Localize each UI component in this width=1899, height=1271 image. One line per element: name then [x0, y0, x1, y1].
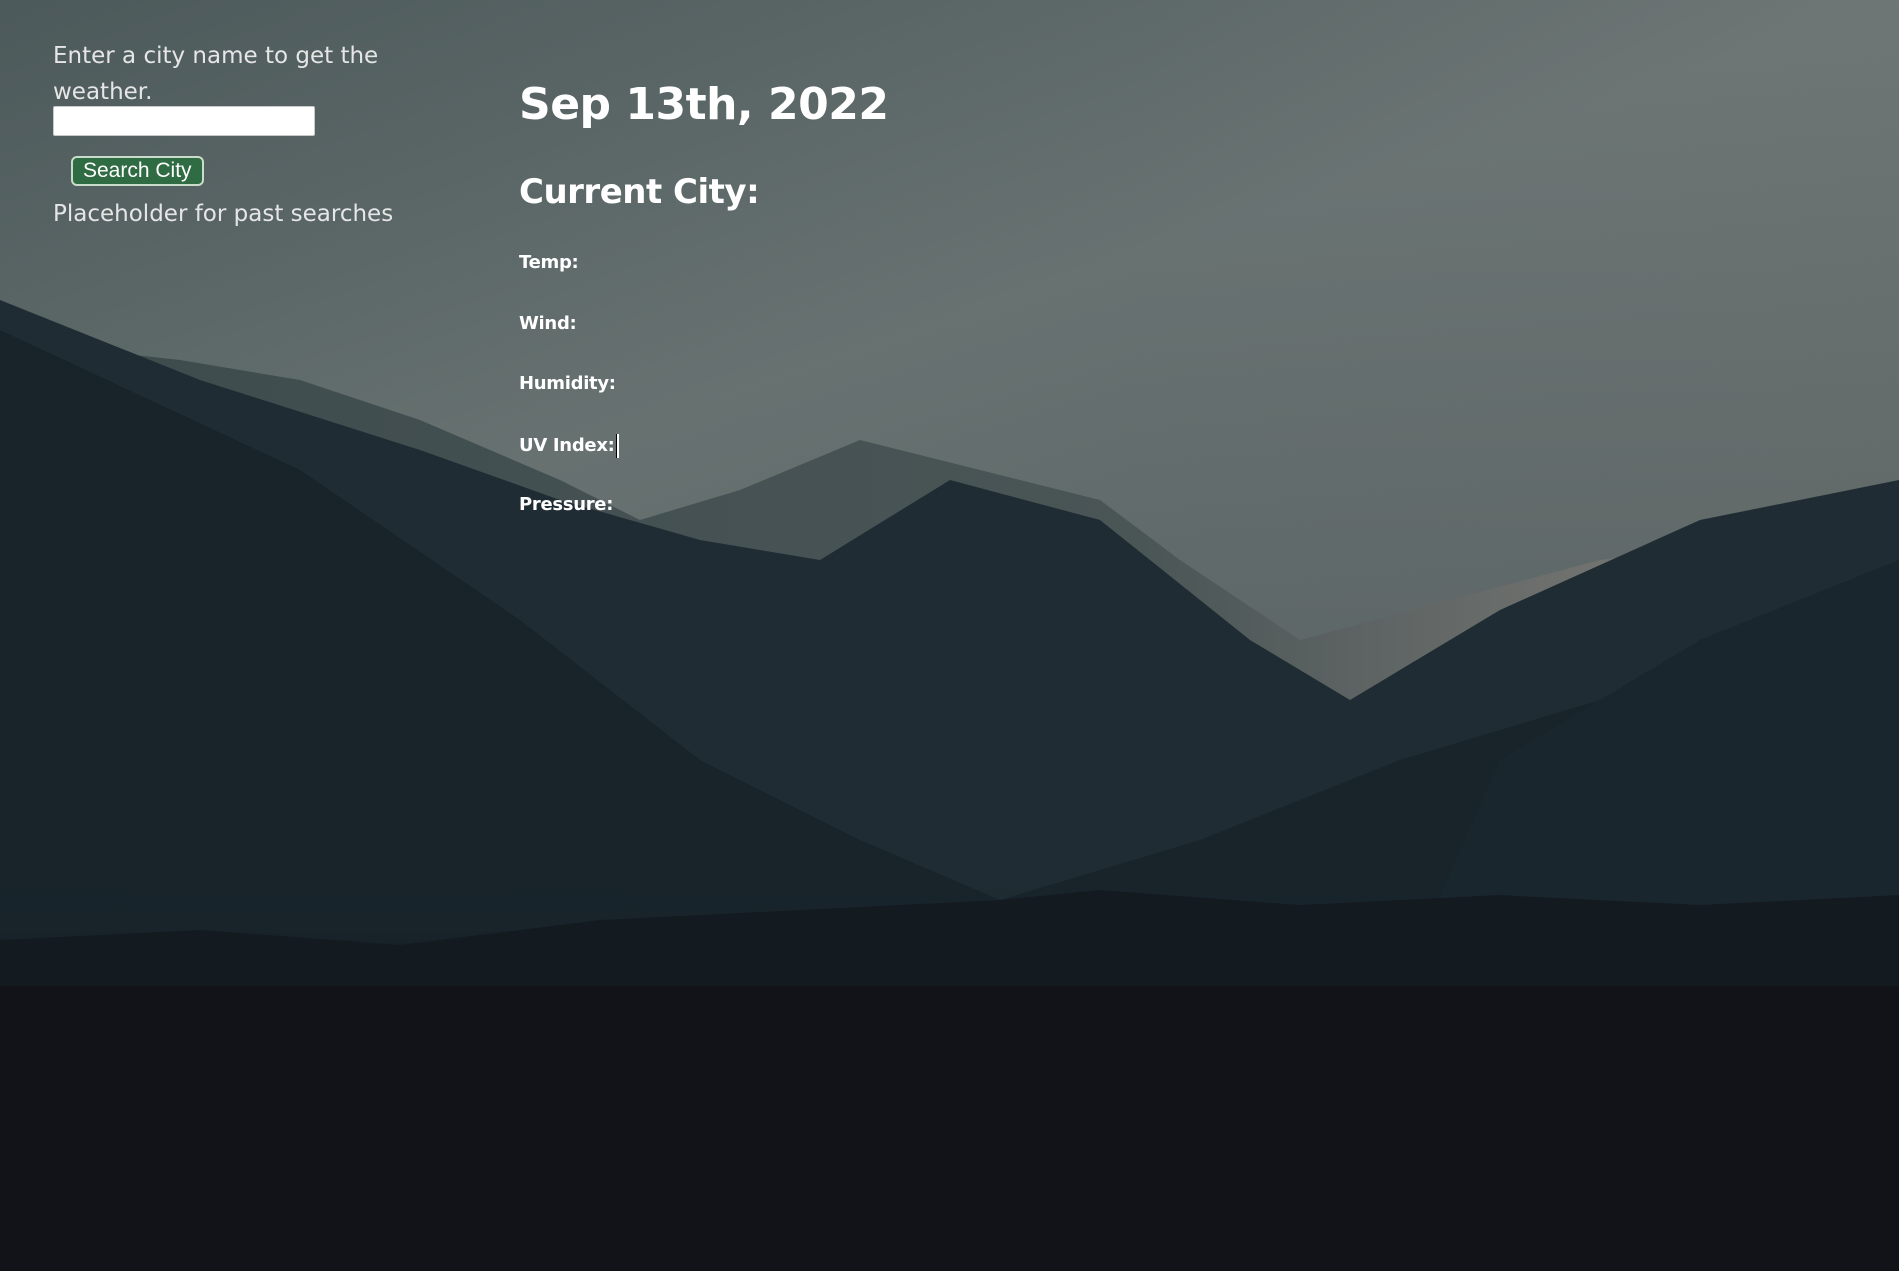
uv-index-label: UV Index:	[519, 435, 615, 456]
temp-label: Temp:	[519, 252, 579, 273]
weather-panel: Sep 13th, 2022 Current City: Temp: Wind:…	[519, 78, 1319, 515]
search-prompt: Enter a city name to get the weather.	[53, 43, 379, 105]
uv-index-row: UV Index:	[519, 434, 619, 458]
mountain-background-image	[0, 0, 1899, 986]
mountain-illustration	[0, 0, 1899, 986]
pressure-label: Pressure:	[519, 494, 614, 515]
text-cursor	[615, 434, 619, 458]
current-date: Sep 13th, 2022	[519, 79, 889, 130]
past-searches-placeholder: Placeholder for past searches	[53, 201, 394, 227]
page: Enter a city name to get the weather. Se…	[0, 0, 1899, 1271]
search-city-button[interactable]: Search City	[71, 156, 204, 186]
city-search-input[interactable]	[53, 106, 315, 136]
current-city-heading: Current City:	[519, 172, 760, 212]
search-sidebar: Enter a city name to get the weather. Se…	[53, 38, 473, 227]
humidity-label: Humidity:	[519, 373, 616, 394]
wind-label: Wind:	[519, 313, 577, 334]
